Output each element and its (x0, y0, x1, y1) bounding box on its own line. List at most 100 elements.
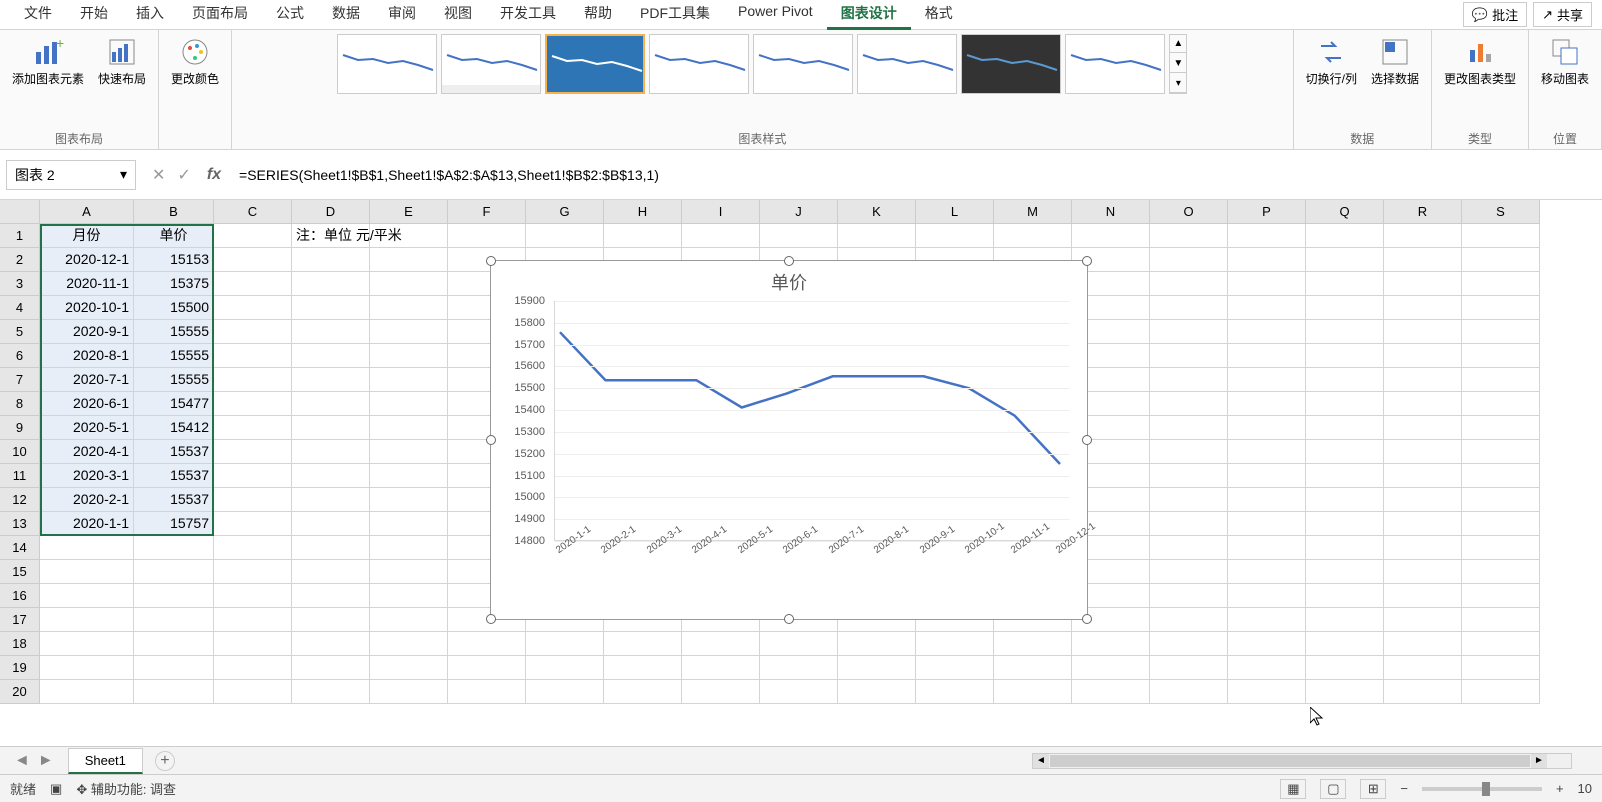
cell[interactable] (214, 608, 292, 632)
cell[interactable] (1462, 344, 1540, 368)
cell[interactable] (1306, 320, 1384, 344)
macro-icon[interactable]: ▣ (50, 781, 62, 797)
cell[interactable] (370, 512, 448, 536)
cell[interactable] (1306, 656, 1384, 680)
row-header[interactable]: 4 (0, 296, 40, 320)
cell[interactable] (1306, 680, 1384, 704)
cell[interactable] (1306, 392, 1384, 416)
cell[interactable] (1384, 296, 1462, 320)
cell[interactable] (214, 248, 292, 272)
cell[interactable] (1228, 416, 1306, 440)
move-chart-button[interactable]: 移动图表 (1537, 34, 1593, 89)
cell[interactable] (1228, 392, 1306, 416)
cell[interactable] (214, 560, 292, 584)
add-chart-element-button[interactable]: + 添加图表元素 (8, 34, 88, 89)
cell[interactable]: 2020-1-1 (40, 512, 134, 536)
cell[interactable] (682, 632, 760, 656)
col-header[interactable]: G (526, 200, 604, 224)
col-header[interactable]: I (682, 200, 760, 224)
cell[interactable] (214, 680, 292, 704)
cell[interactable] (1462, 272, 1540, 296)
cell[interactable] (1462, 488, 1540, 512)
cell[interactable] (448, 632, 526, 656)
cell[interactable]: 2020-9-1 (40, 320, 134, 344)
cell[interactable] (1306, 632, 1384, 656)
cell[interactable] (994, 224, 1072, 248)
cell[interactable] (526, 680, 604, 704)
cell[interactable] (1462, 368, 1540, 392)
cell[interactable] (1384, 344, 1462, 368)
cell[interactable] (214, 224, 292, 248)
cell[interactable] (604, 224, 682, 248)
cell[interactable] (1228, 344, 1306, 368)
cell[interactable] (370, 584, 448, 608)
cell[interactable] (370, 680, 448, 704)
cell[interactable] (1384, 440, 1462, 464)
menu-tab-帮助[interactable]: 帮助 (570, 0, 626, 30)
cell[interactable] (1384, 536, 1462, 560)
cell[interactable]: 2020-5-1 (40, 416, 134, 440)
cell[interactable]: 2020-8-1 (40, 344, 134, 368)
cell[interactable] (292, 416, 370, 440)
cell[interactable] (1228, 224, 1306, 248)
cell[interactable] (1150, 320, 1228, 344)
cell[interactable] (1462, 392, 1540, 416)
cell[interactable] (1462, 224, 1540, 248)
cell[interactable] (292, 272, 370, 296)
cell[interactable] (1228, 584, 1306, 608)
cell[interactable] (1228, 272, 1306, 296)
cell[interactable] (370, 248, 448, 272)
cell[interactable] (292, 488, 370, 512)
col-header[interactable]: P (1228, 200, 1306, 224)
cell[interactable] (214, 440, 292, 464)
cell[interactable] (1384, 320, 1462, 344)
row-header[interactable]: 2 (0, 248, 40, 272)
cell[interactable] (1228, 680, 1306, 704)
cell[interactable] (292, 584, 370, 608)
cell[interactable] (1306, 416, 1384, 440)
cell[interactable] (1384, 464, 1462, 488)
cell[interactable]: 2020-3-1 (40, 464, 134, 488)
cell[interactable] (214, 296, 292, 320)
cell[interactable] (1306, 440, 1384, 464)
col-header[interactable]: F (448, 200, 526, 224)
row-header[interactable]: 8 (0, 392, 40, 416)
share-button[interactable]: ↗共享 (1533, 2, 1592, 27)
row-header[interactable]: 19 (0, 656, 40, 680)
cell[interactable] (1306, 224, 1384, 248)
cell[interactable]: 月份 (40, 224, 134, 248)
cell[interactable] (370, 368, 448, 392)
cell[interactable] (292, 248, 370, 272)
cell[interactable] (292, 512, 370, 536)
cell[interactable] (760, 632, 838, 656)
cell[interactable] (370, 608, 448, 632)
cell[interactable] (682, 224, 760, 248)
cell[interactable] (214, 632, 292, 656)
cell[interactable] (1072, 656, 1150, 680)
cell[interactable] (1228, 488, 1306, 512)
cell[interactable]: 注：单位 元/平米 (292, 224, 370, 248)
cell[interactable] (1150, 416, 1228, 440)
cell[interactable] (1384, 680, 1462, 704)
page-layout-button[interactable]: ▢ (1320, 779, 1346, 799)
cell[interactable]: 2020-6-1 (40, 392, 134, 416)
cell[interactable] (292, 344, 370, 368)
cell[interactable] (1150, 392, 1228, 416)
cell[interactable] (1462, 656, 1540, 680)
confirm-icon[interactable]: ✓ (177, 165, 190, 185)
cell[interactable] (370, 464, 448, 488)
menu-tab-图表设计[interactable]: 图表设计 (827, 0, 911, 30)
cell[interactable] (1150, 536, 1228, 560)
cell[interactable] (1150, 584, 1228, 608)
formula-input[interactable] (231, 160, 1602, 190)
cell[interactable] (526, 224, 604, 248)
row-header[interactable]: 6 (0, 344, 40, 368)
quick-layout-button[interactable]: 快速布局 (94, 34, 150, 89)
cell[interactable] (1228, 560, 1306, 584)
cell[interactable] (214, 488, 292, 512)
zoom-slider[interactable] (1422, 787, 1542, 791)
cell[interactable] (134, 608, 214, 632)
cell[interactable] (1228, 248, 1306, 272)
row-header[interactable]: 13 (0, 512, 40, 536)
cell[interactable] (1462, 536, 1540, 560)
